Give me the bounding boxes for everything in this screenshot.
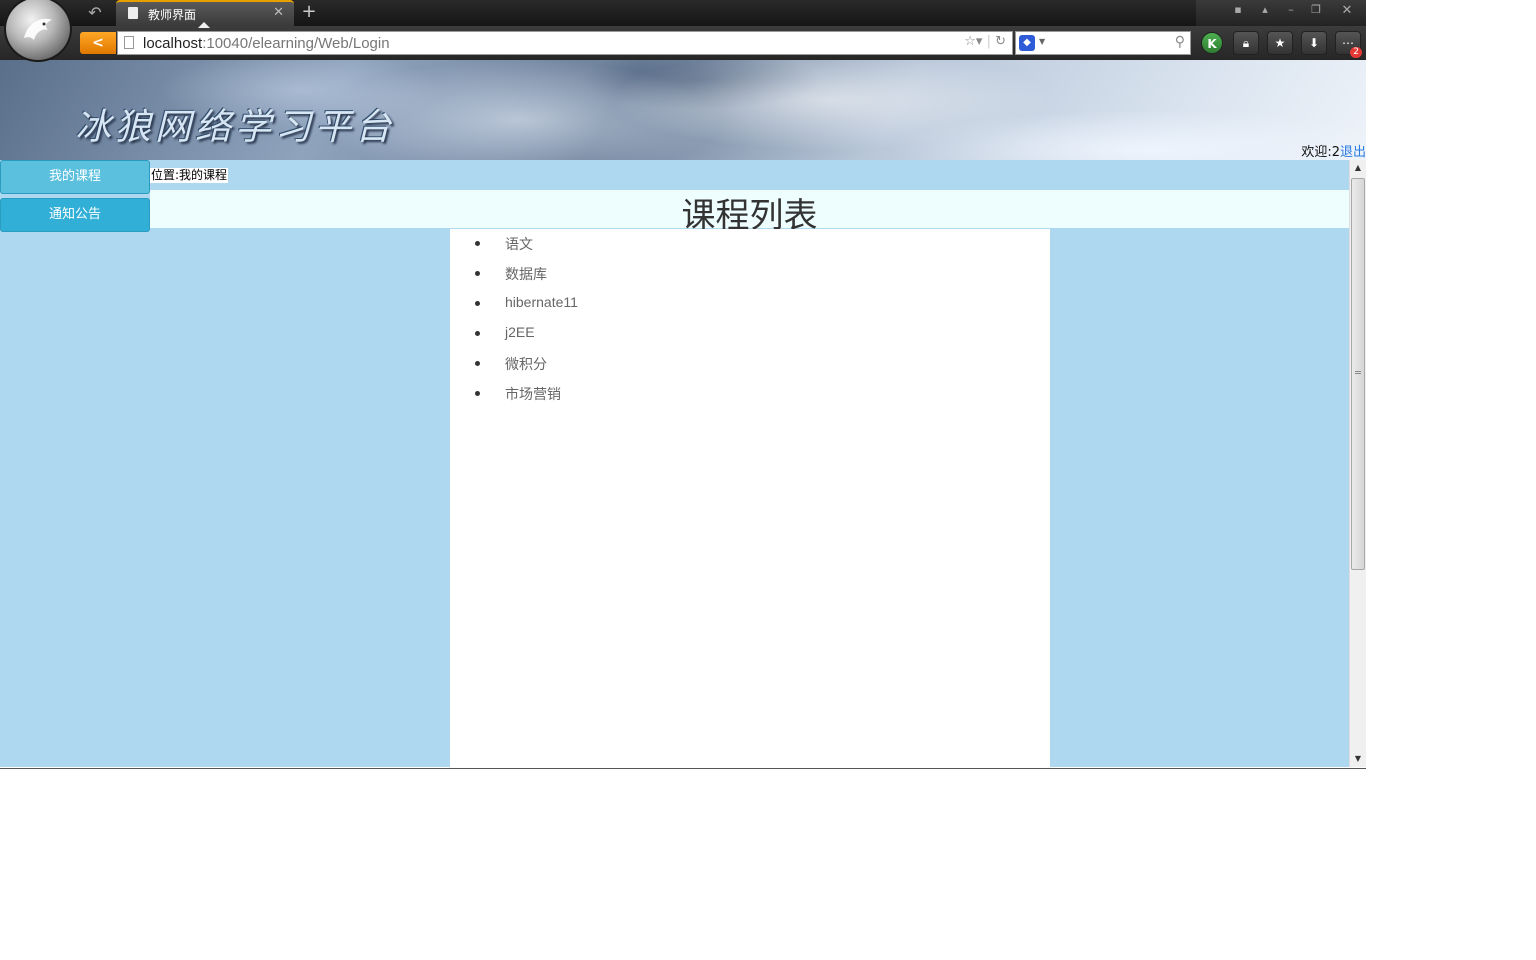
logout-link[interactable]: 退出 (1340, 145, 1366, 160)
bullet (475, 361, 480, 366)
address-bar[interactable]: localhost:10040/elearning/Web/Login ☆▾ |… (117, 31, 1013, 55)
baidu-paw-icon[interactable]: ◆ (1019, 35, 1035, 51)
scrollbar-thumb[interactable] (1351, 178, 1365, 570)
k-extension-icon[interactable]: K (1201, 32, 1223, 54)
refresh-icon[interactable]: ↻ (995, 34, 1006, 49)
menu-icon[interactable]: ⋯ 2 (1335, 31, 1362, 58)
bullet (475, 301, 480, 306)
bullet (475, 271, 480, 276)
bullet (475, 391, 480, 396)
course-list-panel: 语文 数据库 hibernate11 j2EE 微积分 市场营销 (450, 229, 1050, 767)
nav-my-courses-button[interactable]: 我的课程 (0, 160, 150, 194)
back-button[interactable]: < (80, 32, 116, 54)
course-link[interactable]: 微积分 (505, 354, 547, 374)
tab-title: 教师界面 (148, 8, 197, 22)
bookmark-star-icon[interactable]: ☆▾ (964, 34, 982, 49)
search-icon[interactable]: ⚲ (1175, 34, 1185, 50)
notification-badge: 2 (1350, 47, 1362, 58)
course-link[interactable]: hibernate11 (505, 294, 578, 310)
minimize-icon[interactable]: – (1282, 3, 1300, 16)
course-link[interactable]: j2EE (505, 324, 535, 340)
page-icon (124, 36, 134, 49)
title-bar: ↶ 教师界面 ✕ + ▪ ▴ – ❐ ✕ (0, 0, 1366, 28)
restore-icon[interactable]: ❐ (1307, 3, 1325, 16)
chevron-down-icon[interactable]: ▼ (1039, 37, 1045, 46)
course-link[interactable]: 数据库 (505, 264, 547, 284)
undo-close-tab-icon[interactable]: ↶ (84, 3, 106, 23)
address-actions: ☆▾ | ↻ (964, 34, 1006, 49)
welcome-text: 欢迎:2 (1301, 145, 1340, 160)
tab-notch (198, 22, 210, 28)
scroll-up-arrow-icon[interactable]: ▲ (1350, 160, 1366, 176)
breadcrumb: 位置:我的课程 (150, 168, 229, 183)
vertical-scrollbar[interactable]: ▲ ▼ (1349, 160, 1366, 767)
search-box[interactable]: ◆ ▼ ⚲ (1015, 31, 1191, 55)
course-link[interactable]: 语文 (505, 234, 533, 254)
browser-window: ↶ 教师界面 ✕ + ▪ ▴ – ❐ ✕ < localhost:10040/e… (0, 0, 1366, 769)
page-icon (128, 7, 138, 19)
scroll-down-arrow-icon[interactable]: ▼ (1350, 751, 1366, 767)
site-banner: 冰狼网络学习平台 (0, 60, 1366, 160)
close-window-icon[interactable]: ✕ (1338, 3, 1356, 18)
tab-close-icon[interactable]: ✕ (273, 5, 284, 20)
new-tab-button[interactable]: + (300, 1, 318, 22)
nav-notices-button[interactable]: 通知公告 (0, 198, 150, 232)
grip-icon (1355, 371, 1361, 374)
web-page: 冰狼网络学习平台 欢迎:2退出 我的课程 通知公告 位置:我的课程 课程列表 语… (0, 60, 1366, 767)
welcome-area: 欢迎:2退出 (1301, 141, 1366, 160)
site-logo-title: 冰狼网络学习平台 (75, 107, 396, 148)
course-link[interactable]: 市场营销 (505, 384, 561, 404)
title-band: 课程列表 (150, 190, 1349, 236)
bullet (475, 241, 480, 246)
url-text[interactable]: localhost:10040/elearning/Web/Login (143, 35, 390, 52)
skin-icon[interactable]: ▴ (1256, 3, 1274, 16)
lock-icon[interactable]: 🔒︎ (1233, 31, 1259, 55)
favorites-star-icon[interactable]: ★ (1267, 31, 1293, 55)
grid-icon[interactable]: ▪ (1229, 3, 1247, 16)
bullet (475, 331, 480, 336)
download-icon[interactable]: ⬇ (1301, 31, 1327, 55)
